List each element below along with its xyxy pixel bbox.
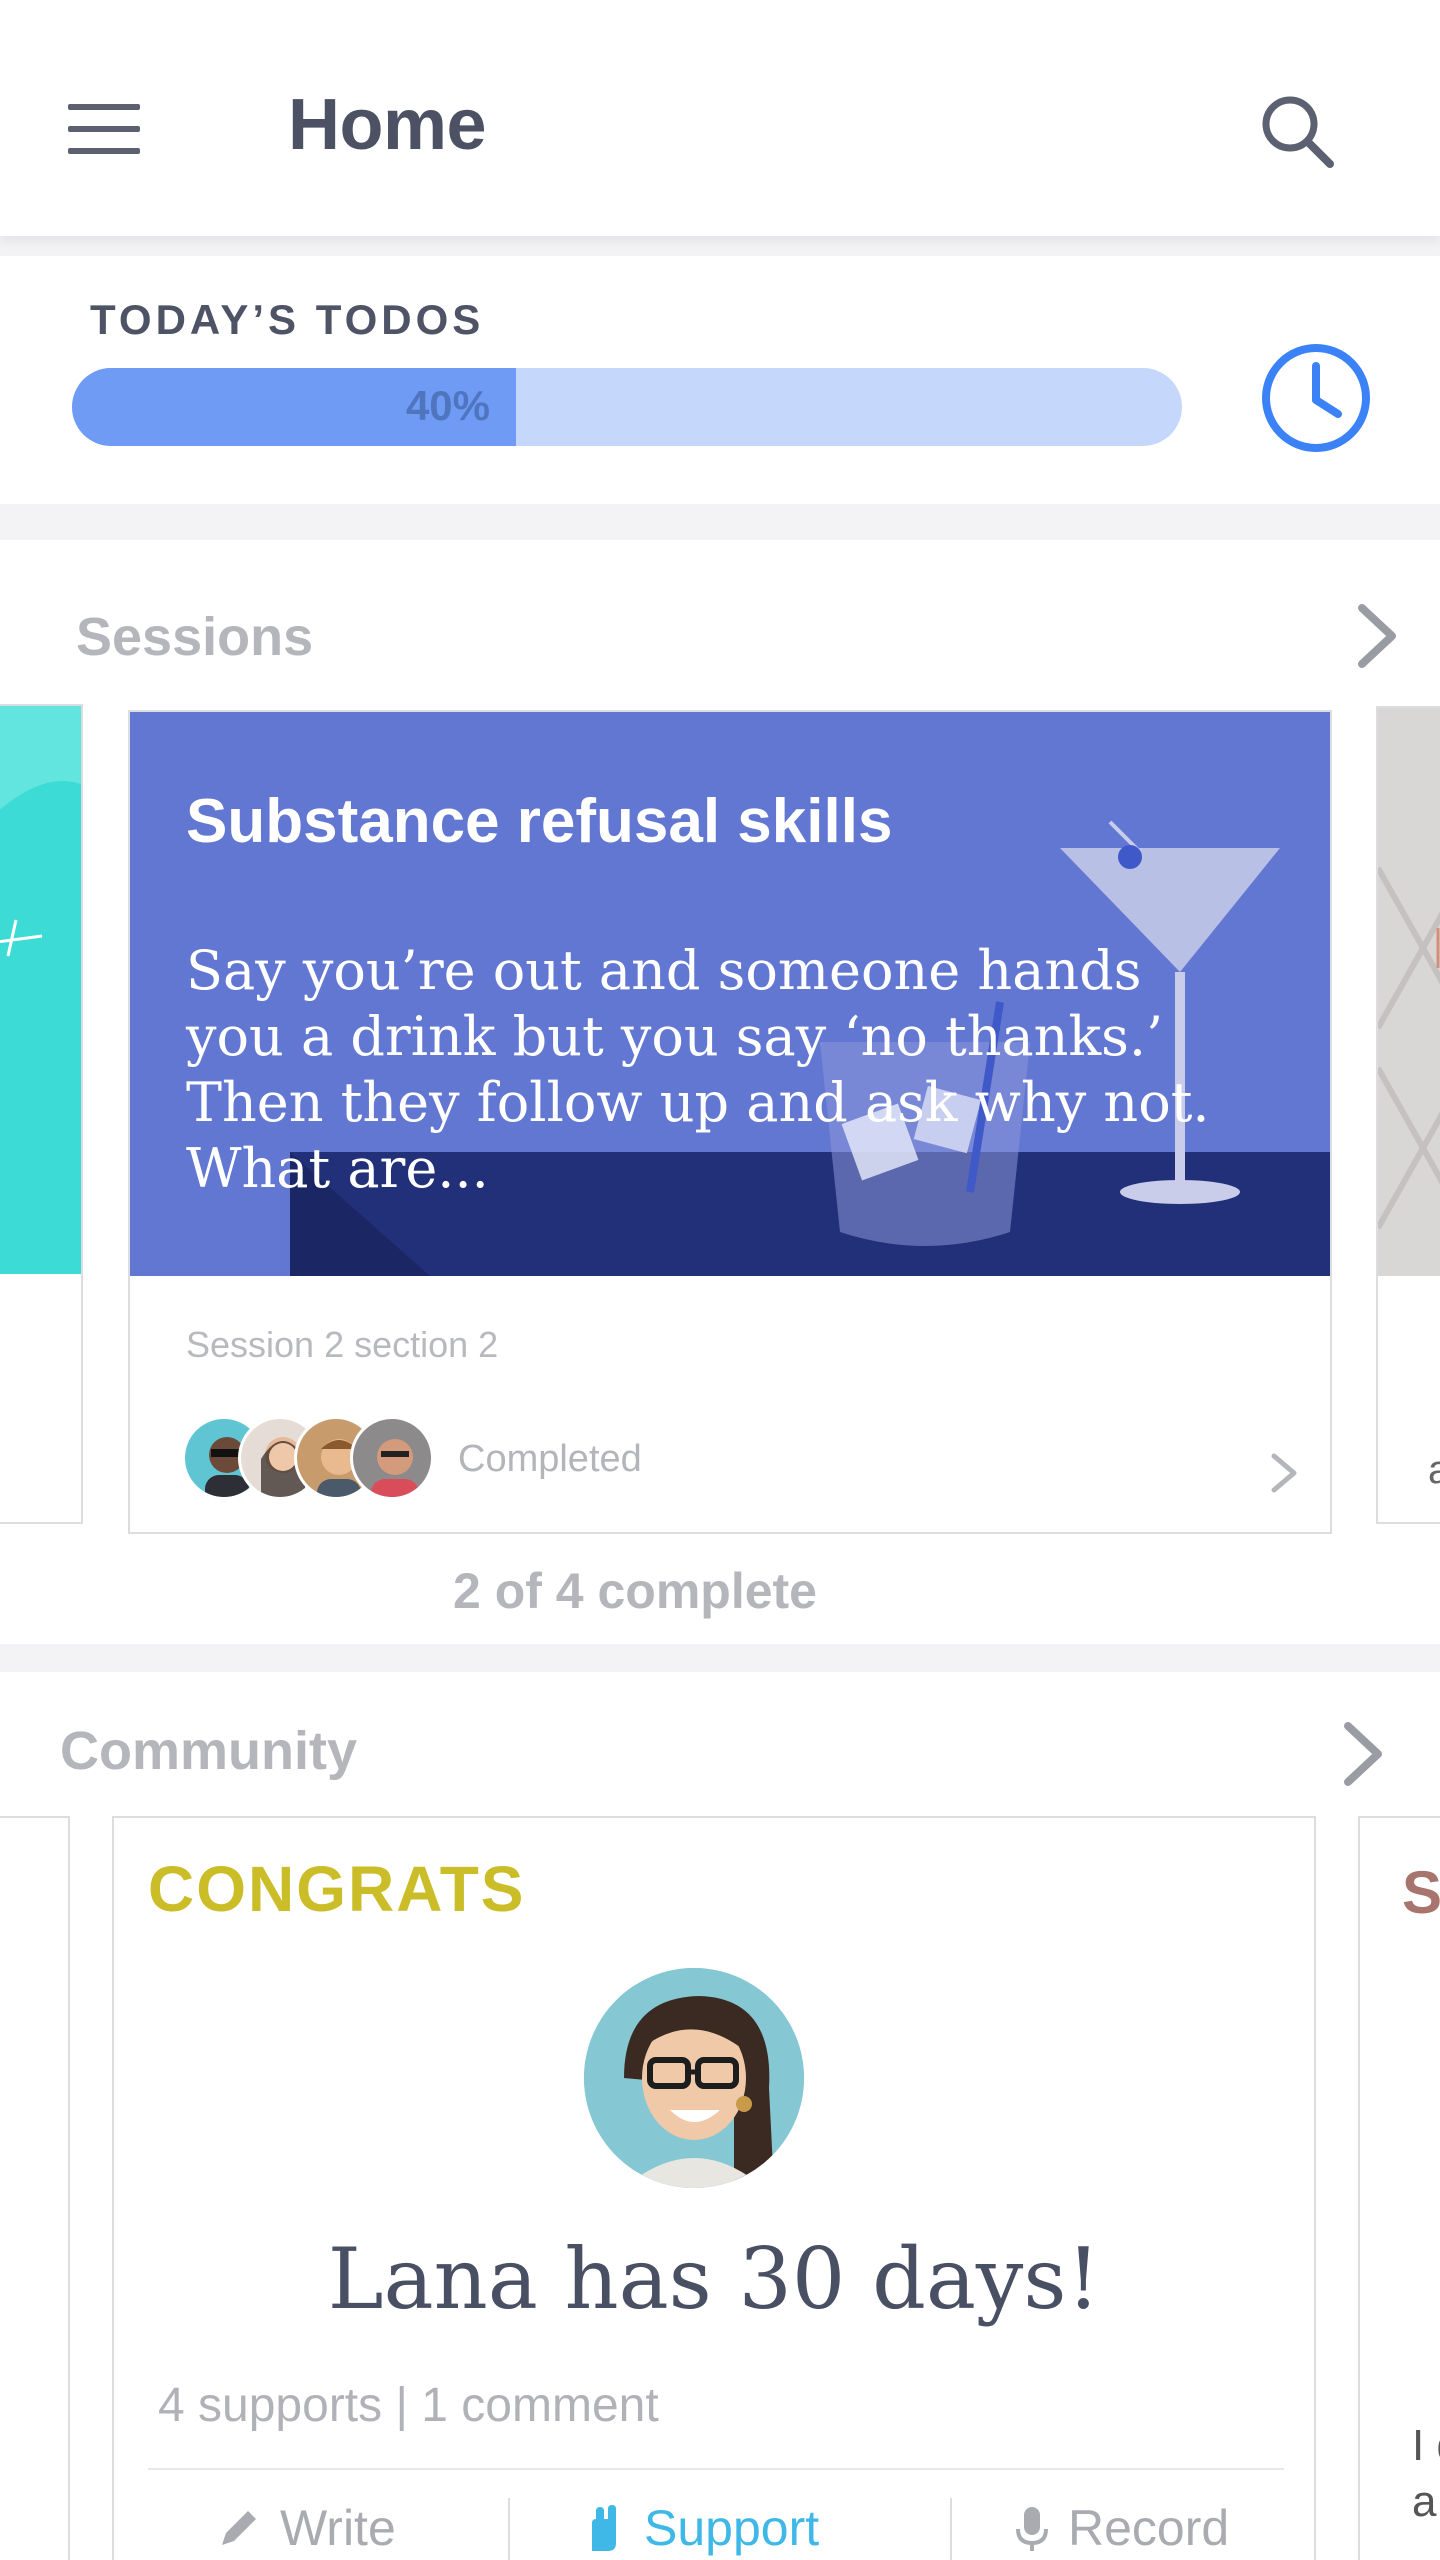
- sessions-chevron-right-icon[interactable]: [1348, 596, 1408, 676]
- avatar: [350, 1416, 434, 1500]
- community-card-actions: Write Support Record: [148, 2478, 1284, 2560]
- clock-icon[interactable]: [1258, 340, 1374, 456]
- next-community-card-text: I d a: [1412, 2421, 1440, 2526]
- support-button-label: Support: [644, 2500, 820, 2556]
- divider: [508, 2498, 510, 2560]
- participant-avatars: [182, 1416, 442, 1500]
- record-button-label: Record: [1068, 2500, 1230, 2556]
- session-card-chevron-right-icon[interactable]: [1264, 1448, 1304, 1498]
- todos-title: TODAY’S TODOS: [90, 296, 485, 343]
- community-chevron-right-icon[interactable]: [1334, 1714, 1394, 1794]
- next-session-card[interactable]: a: [1376, 706, 1440, 1524]
- previous-session-card[interactable]: [0, 704, 83, 1524]
- search-icon[interactable]: [1256, 90, 1340, 174]
- community-title: Community: [60, 1721, 357, 1781]
- session-card-description: Say you’re out and someone hands you a d…: [186, 939, 1210, 1200]
- pencil-icon: [222, 2511, 256, 2545]
- sessions-progress-count: 2 of 4 complete: [453, 1563, 817, 1619]
- todos-progress-fill: 40%: [72, 368, 516, 446]
- todos-progress-bar[interactable]: 40%: [72, 368, 1182, 446]
- session-card-meta: Session 2 section 2: [186, 1324, 499, 1365]
- session-card-title: Substance refusal skills: [186, 787, 893, 856]
- divider: [950, 2498, 952, 2560]
- next-session-text: a: [1428, 1448, 1440, 1493]
- community-card-tag: CONGRATS: [148, 1853, 526, 1925]
- next-community-card-tag: S: [1402, 1859, 1440, 1926]
- session-card-image: Substance refusal skills Say you’re out …: [130, 712, 1330, 1276]
- session-card[interactable]: Substance refusal skills Say you’re out …: [128, 710, 1332, 1534]
- divider: [148, 2468, 1284, 2470]
- next-community-card[interactable]: S I d a: [1358, 1816, 1440, 2560]
- page-title: Home: [288, 85, 487, 165]
- microphone-icon: [1016, 2507, 1048, 2551]
- sessions-title: Sessions: [76, 607, 314, 667]
- todos-section: TODAY’S TODOS 40%: [0, 256, 1440, 504]
- previous-session-image: [0, 706, 81, 1274]
- support-button[interactable]: Support: [578, 2478, 819, 2560]
- sessions-section: Sessions Substance refusal skills Say yo…: [0, 540, 1440, 1644]
- todos-progress-label: 40%: [405, 382, 490, 429]
- community-card[interactable]: CONGRATS Lana has 30 days! 4 supports | …: [112, 1816, 1316, 2560]
- app-bar: Home: [0, 0, 1440, 236]
- community-section: Community CONGRATS Lana has 30 days! 4 s…: [0, 1672, 1440, 2560]
- previous-community-card[interactable]: [0, 1816, 70, 2560]
- record-button[interactable]: Record: [1012, 2478, 1229, 2560]
- community-card-headline: Lana has 30 days!: [327, 2230, 1101, 2328]
- raised-hand-icon: [592, 2505, 616, 2551]
- write-button-label: Write: [280, 2500, 396, 2556]
- hamburger-menu-icon[interactable]: [64, 104, 144, 160]
- session-card-status: Completed: [458, 1438, 642, 1480]
- community-card-stats: 4 supports | 1 comment: [158, 2379, 659, 2432]
- next-session-image: [1378, 708, 1440, 1276]
- write-button[interactable]: Write: [214, 2478, 396, 2560]
- member-avatar: [584, 1968, 804, 2188]
